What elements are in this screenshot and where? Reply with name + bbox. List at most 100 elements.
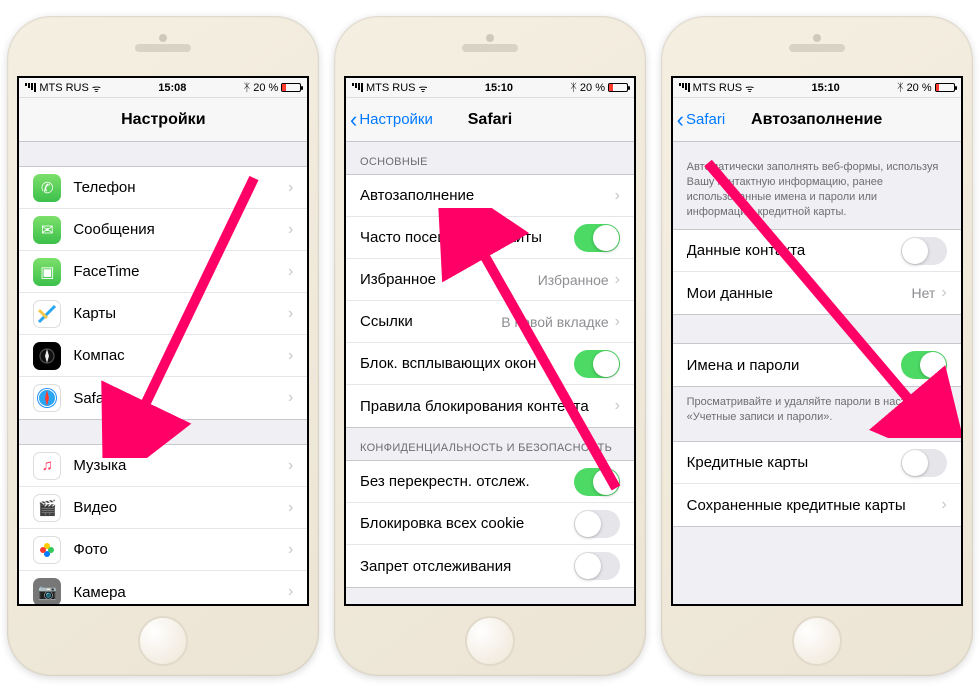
row-my-info[interactable]: Мои данные Нет › <box>673 272 961 314</box>
chevron-right-icon: › <box>288 499 293 517</box>
safari-privacy-group: Без перекрестн. отслеж. Блокировка всех … <box>346 460 634 588</box>
home-button[interactable] <box>465 616 515 666</box>
row-label: Блокировка всех cookie <box>360 515 574 532</box>
row-favorites[interactable]: Избранное Избранное › <box>346 259 634 301</box>
status-bar: MTS RUS ᯤ 15:10 ᛡ 20 % <box>673 78 961 98</box>
signal-icon <box>352 83 363 92</box>
row-messages[interactable]: ✉︎ Сообщения › <box>19 209 307 251</box>
row-safari[interactable]: Safari › <box>19 377 307 419</box>
maps-icon <box>33 300 61 328</box>
row-camera[interactable]: 📷 Камера › <box>19 571 307 604</box>
row-label: Правила блокирования контента <box>360 398 615 415</box>
row-phone[interactable]: ✆ Телефон › <box>19 167 307 209</box>
phone-speaker <box>462 44 518 52</box>
row-label: Фото <box>73 541 288 558</box>
intro-text: Автоматически заполнять веб-формы, испол… <box>673 142 961 223</box>
section-header: КОНФИДЕНЦИАЛЬНОСТЬ И БЕЗОПАСНОСТЬ <box>346 428 634 460</box>
row-label: Автозаполнение <box>360 187 615 204</box>
battery-text: 20 % <box>253 82 278 94</box>
battery-icon <box>608 83 628 92</box>
nav-bar: ‹ Safari Автозаполнение <box>673 98 961 142</box>
battery-text: 20 % <box>580 82 605 94</box>
chevron-right-icon: › <box>288 389 293 407</box>
row-popup-block[interactable]: Блок. всплывающих окон <box>346 343 634 385</box>
row-label: Имена и пароли <box>687 357 901 374</box>
row-do-not-track[interactable]: Запрет отслеживания <box>346 545 634 587</box>
home-button[interactable] <box>792 616 842 666</box>
row-saved-cards[interactable]: Сохраненные кредитные карты › <box>673 484 961 526</box>
phone-frame-3: MTS RUS ᯤ 15:10 ᛡ 20 % ‹ Safari Автозапо… <box>661 16 973 676</box>
row-label: Ссылки <box>360 313 501 330</box>
toggle-switch[interactable] <box>574 224 620 252</box>
facetime-icon: ▣ <box>33 258 61 286</box>
row-label: Данные контакта <box>687 242 901 259</box>
back-button[interactable]: ‹ Safari <box>677 98 726 141</box>
row-label: Избранное <box>360 271 538 288</box>
status-bar: MTS RUS ᯤ 15:10 ᛡ 20 % <box>346 78 634 98</box>
row-links[interactable]: Ссылки В новой вкладке › <box>346 301 634 343</box>
toggle-switch[interactable] <box>901 449 947 477</box>
bluetooth-icon: ᛡ <box>570 82 577 94</box>
row-photos[interactable]: Фото › <box>19 529 307 571</box>
back-button[interactable]: ‹ Настройки <box>350 98 433 141</box>
signal-icon <box>25 83 36 92</box>
row-contact-info[interactable]: Данные контакта <box>673 230 961 272</box>
clock: 15:08 <box>158 82 186 94</box>
chevron-right-icon: › <box>615 271 620 289</box>
row-compass[interactable]: Компас › <box>19 335 307 377</box>
toggle-switch[interactable] <box>574 552 620 580</box>
phone-camera <box>813 34 821 42</box>
row-video[interactable]: 🎬 Видео › <box>19 487 307 529</box>
row-maps[interactable]: Карты › <box>19 293 307 335</box>
carrier-label: MTS RUS <box>366 82 416 94</box>
toggle-switch[interactable] <box>901 351 947 379</box>
autofill-passwords-group: Имена и пароли <box>673 343 961 387</box>
row-credit-cards[interactable]: Кредитные карты <box>673 442 961 484</box>
chevron-right-icon: › <box>288 347 293 365</box>
nav-bar: ‹ Настройки Safari <box>346 98 634 142</box>
content-area[interactable]: ✆ Телефон › ✉︎ Сообщения › ▣ FaceTime › <box>19 142 307 604</box>
chevron-right-icon: › <box>288 583 293 601</box>
safari-general-group: Автозаполнение › Часто посещаемые сайты … <box>346 174 634 428</box>
carrier-label: MTS RUS <box>693 82 743 94</box>
photos-icon <box>33 536 61 564</box>
chevron-right-icon: › <box>288 541 293 559</box>
row-detail: Нет <box>911 285 935 301</box>
row-detail: Избранное <box>538 272 609 288</box>
row-label: Сохраненные кредитные карты <box>687 497 942 514</box>
home-button[interactable] <box>138 616 188 666</box>
toggle-switch[interactable] <box>574 468 620 496</box>
row-block-cookies[interactable]: Блокировка всех cookie <box>346 503 634 545</box>
row-label: Карты <box>73 305 288 322</box>
row-music[interactable]: ♫ Музыка › <box>19 445 307 487</box>
settings-group-media: ♫ Музыка › 🎬 Видео › Фото › 📷 <box>19 444 307 604</box>
row-detail: В новой вкладке <box>501 314 608 330</box>
row-cross-site-tracking[interactable]: Без перекрестн. отслеж. <box>346 461 634 503</box>
row-facetime[interactable]: ▣ FaceTime › <box>19 251 307 293</box>
clock: 15:10 <box>812 82 840 94</box>
row-label: Музыка <box>73 457 288 474</box>
row-label: Часто посещаемые сайты <box>360 229 574 246</box>
row-autofill[interactable]: Автозаполнение › <box>346 175 634 217</box>
music-icon: ♫ <box>33 452 61 480</box>
signal-icon <box>679 83 690 92</box>
settings-group-apps: ✆ Телефон › ✉︎ Сообщения › ▣ FaceTime › <box>19 166 307 420</box>
row-content-blockers[interactable]: Правила блокирования контента › <box>346 385 634 427</box>
toggle-switch[interactable] <box>574 510 620 538</box>
row-frequently-visited[interactable]: Часто посещаемые сайты <box>346 217 634 259</box>
nav-bar: Настройки <box>19 98 307 142</box>
row-label: Камера <box>73 584 288 601</box>
content-area[interactable]: Автоматически заполнять веб-формы, испол… <box>673 142 961 604</box>
row-names-passwords[interactable]: Имена и пароли <box>673 344 961 386</box>
battery-icon <box>281 83 301 92</box>
chevron-right-icon: › <box>615 313 620 331</box>
autofill-contact-group: Данные контакта Мои данные Нет › <box>673 229 961 315</box>
content-area[interactable]: ОСНОВНЫЕ Автозаполнение › Часто посещаем… <box>346 142 634 604</box>
toggle-switch[interactable] <box>901 237 947 265</box>
compass-icon <box>33 342 61 370</box>
footer-text: Просматривайте и удаляйте пароли в настр… <box>673 387 961 429</box>
battery-text: 20 % <box>907 82 932 94</box>
toggle-switch[interactable] <box>574 350 620 378</box>
chevron-right-icon: › <box>288 221 293 239</box>
camera-icon: 📷 <box>33 578 61 604</box>
